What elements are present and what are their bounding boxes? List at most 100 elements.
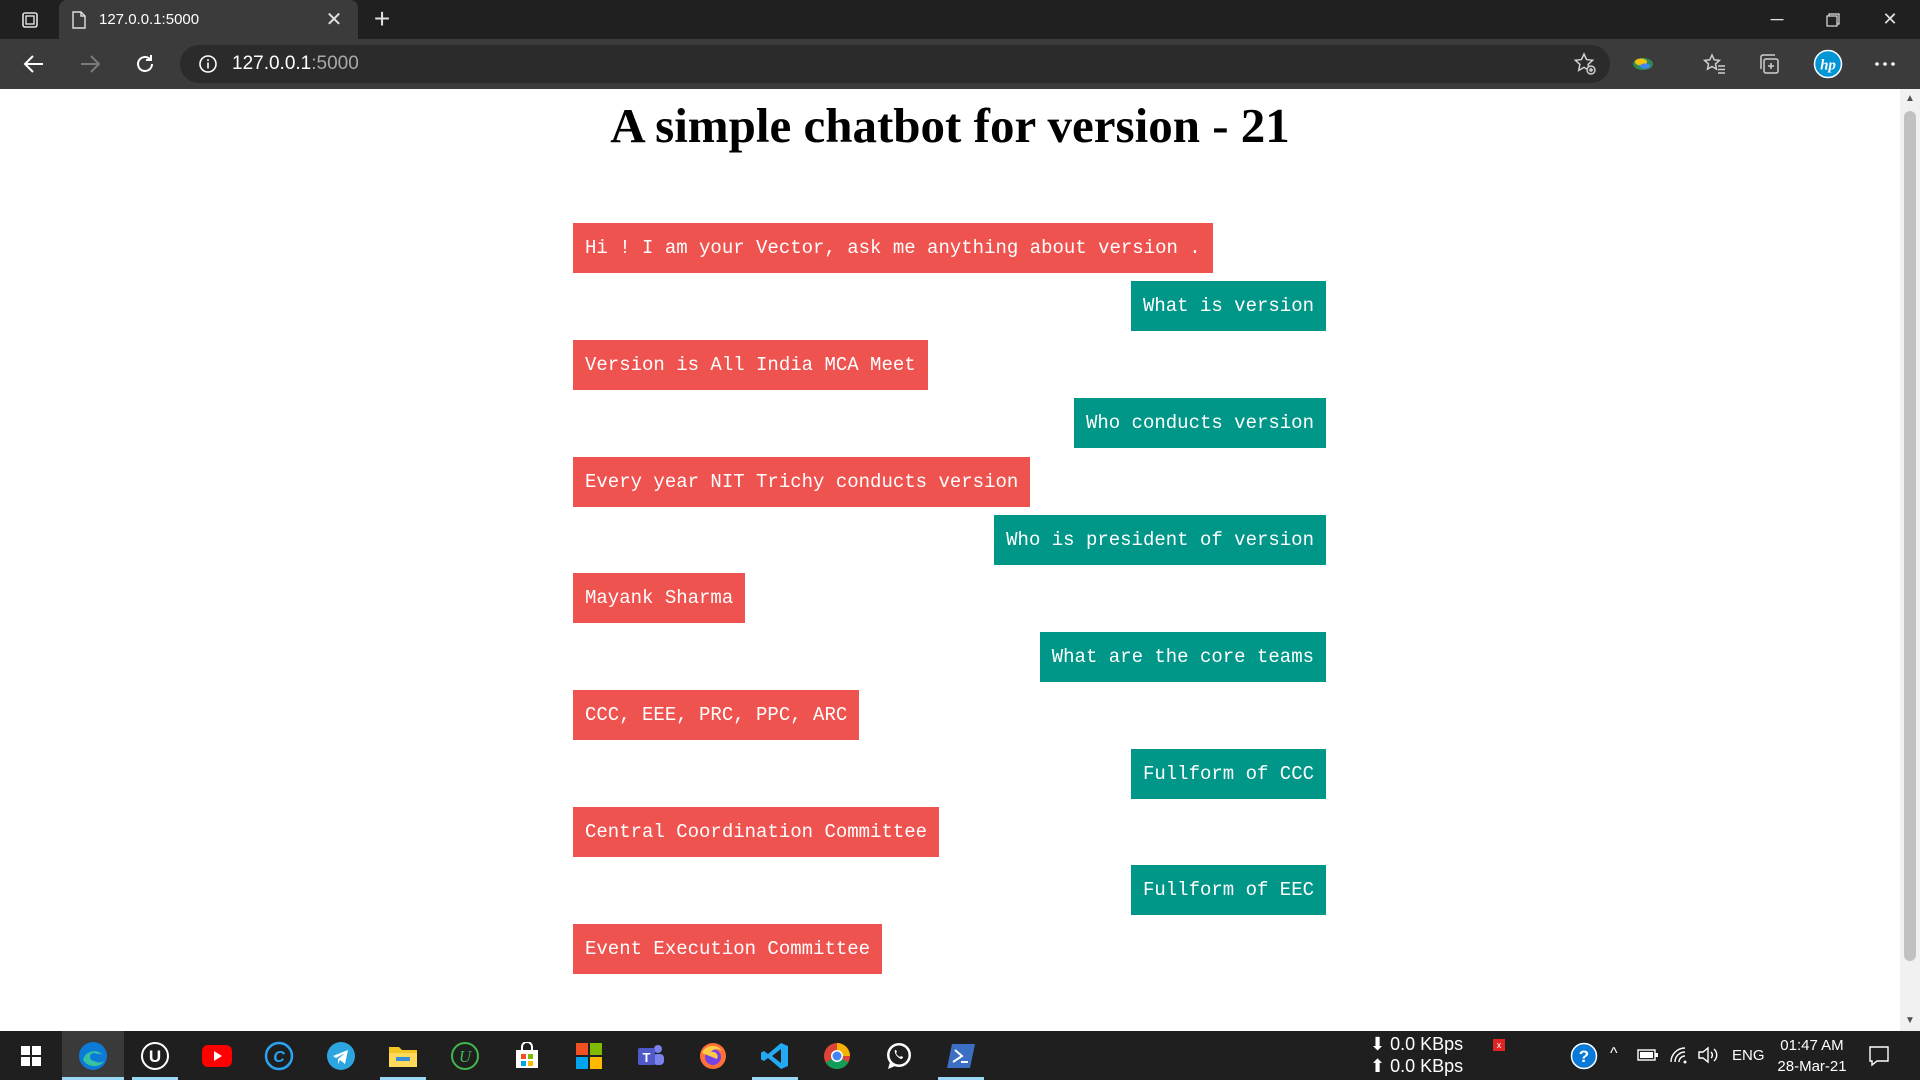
user-message-bubble: What is version — [1130, 281, 1326, 332]
bot-message-row: CCC, EEE, PRC, PPC, ARC — [573, 690, 1326, 748]
page-scrollbar[interactable]: ▲ ▼ — [1900, 89, 1920, 1031]
user-message-row: Who conducts version — [573, 398, 1326, 456]
file-explorer-taskbar-app[interactable] — [372, 1031, 434, 1080]
bot-message-row: Every year NIT Trichy conducts version — [573, 456, 1326, 515]
bot-message-bubble: Mayank Sharma — [573, 573, 746, 624]
user-message-row: Who is president of version — [573, 514, 1326, 573]
powershell-taskbar-app[interactable] — [930, 1031, 992, 1080]
wifi-icon — [1670, 1047, 1687, 1064]
firefox-icon — [700, 1042, 726, 1069]
battery-tray-icon[interactable] — [1637, 1048, 1659, 1067]
clock-time: 01:47 AM — [1780, 1037, 1844, 1054]
close-window-button[interactable]: ✕ — [1862, 0, 1918, 39]
clock[interactable]: 01:47 AM 28-Mar-21 — [1762, 1035, 1862, 1077]
scroll-up-arrow-icon[interactable]: ▲ — [1900, 89, 1920, 109]
page-viewport: A simple chatbot for version - 21 Hi ! I… — [0, 89, 1900, 1031]
user-message-bubble: Who is president of version — [994, 514, 1326, 565]
back-button[interactable] — [14, 45, 54, 83]
bot-message-bubble: Event Execution Committee — [573, 923, 883, 974]
teams-taskbar-app[interactable]: T — [620, 1031, 682, 1080]
unreal-icon: U — [141, 1041, 169, 1070]
language-indicator[interactable]: ENG — [1732, 1047, 1765, 1064]
user-message-row: What is version — [573, 281, 1326, 339]
whatsapp-taskbar-app[interactable] — [868, 1031, 930, 1080]
profile-button[interactable]: hp — [1808, 45, 1848, 83]
upwork-icon: U — [451, 1041, 479, 1070]
store-taskbar-app[interactable] — [496, 1031, 558, 1080]
star-add-icon — [1573, 52, 1596, 75]
scroll-down-arrow-icon[interactable]: ▼ — [1900, 1011, 1920, 1031]
edge-taskbar-app[interactable] — [62, 1031, 124, 1080]
close-tab-icon[interactable]: ✕ — [322, 7, 346, 32]
help-tray-button[interactable]: ? — [1570, 1042, 1598, 1075]
scroll-thumb[interactable] — [1904, 111, 1916, 961]
vscode-taskbar-app[interactable] — [744, 1031, 806, 1080]
settings-more-button[interactable] — [1865, 45, 1905, 83]
refresh-button[interactable] — [125, 45, 165, 83]
address-host: 127.0.0.1 — [232, 53, 312, 74]
wifi-tray-icon[interactable] — [1669, 1046, 1689, 1069]
unreal-taskbar-app[interactable]: U — [124, 1031, 186, 1080]
ccleaner-taskbar-app[interactable]: C — [248, 1031, 310, 1080]
tab-actions-button[interactable] — [10, 8, 50, 32]
notification-icon — [1869, 1046, 1889, 1067]
extension-button[interactable] — [1623, 45, 1663, 83]
svg-text:hp: hp — [1820, 58, 1836, 74]
restore-icon — [1826, 12, 1840, 27]
windows-taskbar: U C U T ⬇ 0.0 KBps ⬆ 0.0 KBps x ? ^ ENG … — [0, 1031, 1920, 1080]
powershell-icon — [947, 1043, 975, 1068]
bot-message-row: Version is All India MCA Meet — [573, 339, 1326, 398]
info-icon — [199, 55, 217, 73]
office-taskbar-app[interactable] — [558, 1031, 620, 1080]
browser-tab[interactable]: 127.0.0.1:5000 ✕ — [59, 0, 358, 39]
user-message-row: What are the core teams — [573, 631, 1326, 690]
refresh-icon — [137, 55, 153, 72]
more-dots-icon — [1875, 62, 1895, 66]
upload-speed: ⬆ 0.0 KBps — [1370, 1056, 1464, 1076]
user-message-bubble: What are the core teams — [1039, 631, 1326, 682]
svg-text:U: U — [149, 1047, 161, 1066]
bot-message-row: Hi ! I am your Vector, ask me anything a… — [573, 223, 1326, 281]
minimize-button[interactable]: ─ — [1749, 0, 1805, 39]
address-bar[interactable]: 127.0.0.1:5000 — [180, 45, 1610, 83]
bot-message-bubble: CCC, EEE, PRC, PPC, ARC — [573, 690, 860, 741]
antivirus-tray-icon[interactable]: x — [1493, 1039, 1505, 1051]
action-center-button[interactable] — [1868, 1045, 1890, 1072]
add-favorite-button[interactable] — [1565, 45, 1605, 83]
teams-icon: T — [638, 1044, 664, 1065]
telegram-taskbar-app[interactable] — [310, 1031, 372, 1080]
favorites-button[interactable] — [1695, 45, 1735, 83]
firefox-taskbar-app[interactable] — [682, 1031, 744, 1080]
bot-message-row: Event Execution Committee — [573, 923, 1326, 982]
speaker-icon — [1698, 1046, 1718, 1064]
battery-icon — [1637, 1049, 1658, 1061]
youtube-taskbar-app[interactable] — [186, 1031, 248, 1080]
tab-strip: 127.0.0.1:5000 ✕ + ─ ✕ — [0, 0, 1920, 39]
tab-title: 127.0.0.1:5000 — [99, 11, 200, 28]
user-message-row: Fullform of EEC — [573, 865, 1326, 923]
windows-logo-icon — [21, 1045, 41, 1066]
tab-actions-icon — [22, 12, 38, 28]
back-arrow-icon — [23, 55, 43, 73]
collections-icon — [1760, 54, 1779, 74]
user-message-bubble: Fullform of CCC — [1130, 748, 1326, 799]
new-tab-button[interactable]: + — [364, 2, 400, 36]
start-button[interactable] — [0, 1031, 62, 1080]
volume-tray-icon[interactable] — [1697, 1046, 1719, 1069]
collections-button[interactable] — [1750, 45, 1790, 83]
show-hidden-icons-chevron-icon[interactable]: ^ — [1610, 1045, 1618, 1063]
forward-button[interactable] — [70, 45, 110, 83]
ccleaner-icon: C — [264, 1041, 294, 1070]
upwork-taskbar-app[interactable]: U — [434, 1031, 496, 1080]
extension-icon — [1633, 58, 1653, 70]
svg-text:C: C — [273, 1049, 285, 1066]
user-message-row: Fullform of CCC — [573, 748, 1326, 807]
chrome-taskbar-app[interactable] — [806, 1031, 868, 1080]
file-explorer-icon — [389, 1046, 417, 1067]
address-port: :5000 — [311, 53, 359, 74]
restore-button[interactable] — [1805, 0, 1861, 39]
edge-icon — [79, 1041, 107, 1070]
chrome-icon — [824, 1042, 850, 1069]
network-speed: ⬇ 0.0 KBps ⬆ 0.0 KBps — [1370, 1033, 1463, 1077]
svg-text:U: U — [459, 1047, 473, 1066]
